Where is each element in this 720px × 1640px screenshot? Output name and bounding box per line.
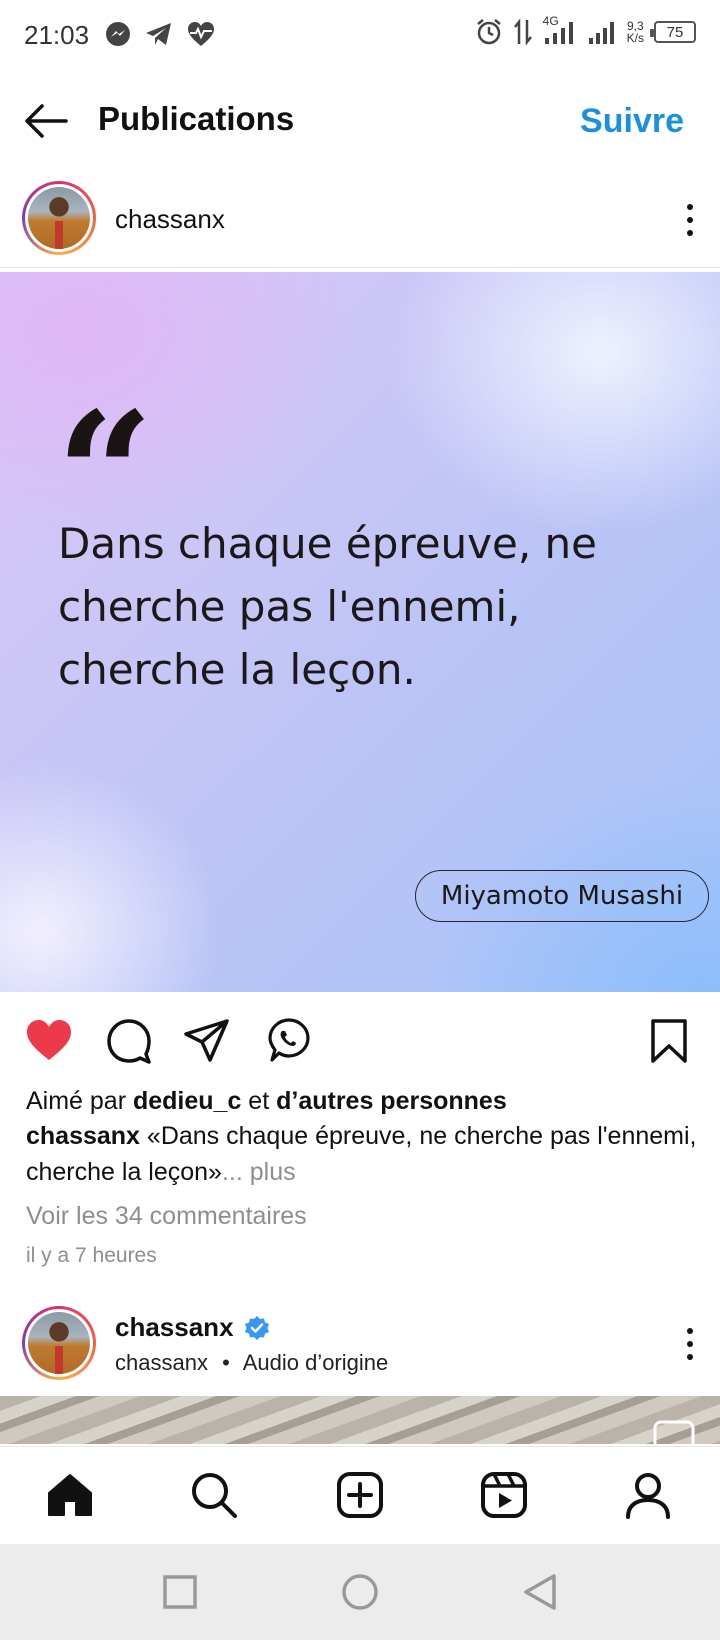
nav-profile[interactable]: [622, 1469, 674, 1521]
next-post-image[interactable]: [0, 1396, 720, 1444]
more-dot: [687, 217, 693, 223]
circle-icon: [342, 1574, 378, 1610]
follow-button[interactable]: Suivre: [580, 102, 684, 141]
search-icon: [192, 1473, 237, 1518]
data-transfer-icon: [513, 18, 532, 46]
post-options-button[interactable]: [682, 200, 698, 240]
likes-others[interactable]: d’autres personnes: [276, 1087, 507, 1115]
triangle-back-icon: [524, 1574, 556, 1610]
nav-search[interactable]: [188, 1469, 240, 1521]
page-title: Publications: [98, 100, 295, 137]
next-post-sub-username[interactable]: chassanx: [115, 1350, 208, 1375]
status-time: 21:03: [24, 20, 90, 50]
caption-more-link[interactable]: ... plus: [222, 1158, 296, 1186]
post-actions: [0, 1010, 720, 1074]
liker-username[interactable]: dedieu_c: [133, 1087, 241, 1115]
verified-badge-icon: [244, 1315, 269, 1340]
dot-separator: •: [222, 1350, 230, 1375]
paper-plane-icon: [184, 1019, 229, 1062]
post-username[interactable]: chassanx: [115, 204, 225, 235]
create-icon: [337, 1472, 383, 1518]
more-dot: [687, 1354, 693, 1360]
messenger-icon: [106, 22, 130, 46]
avatar[interactable]: [22, 1306, 96, 1380]
bottom-navigation: [0, 1446, 720, 1544]
post-caption-area: Aimé par dedieu_c et d’autres personnes …: [26, 1084, 706, 1268]
more-dot: [687, 1328, 693, 1334]
home-icon: [48, 1474, 92, 1516]
status-notification-icons: [104, 20, 216, 48]
battery-indicator: 75: [650, 21, 696, 43]
like-button[interactable]: [24, 1016, 74, 1066]
post-caption: chassanx «Dans chaque épreuve, ne cherch…: [26, 1118, 706, 1190]
network-speed-unit: K/s: [626, 31, 644, 45]
square-icon: [163, 1575, 197, 1609]
status-bar: 21:03 4G 9,3 K/s 75: [0, 0, 720, 72]
more-dot: [687, 230, 693, 236]
reels-icon: [481, 1472, 527, 1518]
nav-reels[interactable]: [478, 1469, 530, 1521]
likes-prefix: Aimé par: [26, 1087, 133, 1115]
audio-label[interactable]: Audio d’origine: [243, 1350, 389, 1375]
avatar-photo: [28, 1312, 90, 1374]
alarm-icon: [476, 19, 501, 45]
quote-author: Miyamoto Musashi: [415, 870, 709, 922]
system-navigation-bar: [0, 1544, 720, 1640]
heart-pulse-icon: [188, 22, 214, 46]
signal-icon: [544, 22, 573, 44]
heart-filled-icon: [27, 1020, 71, 1060]
whatsapp-share-button[interactable]: [264, 1016, 314, 1066]
signal-icon-2: [588, 22, 614, 44]
recent-apps-button[interactable]: [156, 1568, 204, 1616]
next-post-options-button[interactable]: [682, 1324, 698, 1364]
more-dot: [687, 1341, 693, 1347]
back-system-button[interactable]: [516, 1568, 564, 1616]
post-header: chassanx: [0, 176, 720, 268]
avatar-frame: [25, 1309, 93, 1377]
nav-home[interactable]: [44, 1469, 96, 1521]
avatar-frame: [25, 184, 93, 252]
network-type: 4G: [543, 14, 577, 46]
next-post-username-row: chassanx: [115, 1312, 270, 1343]
network-speed: 9,3 K/s: [627, 20, 644, 44]
whatsapp-icon: [268, 1018, 310, 1062]
next-post-subtitle: chassanx • Audio d’origine: [115, 1350, 388, 1376]
caption-username[interactable]: chassanx: [26, 1122, 140, 1150]
likes-summary[interactable]: Aimé par dedieu_c et d’autres personnes: [26, 1084, 706, 1118]
battery-level: 75: [666, 23, 684, 41]
telegram-icon: [146, 23, 171, 45]
avatar-photo: [28, 187, 90, 249]
top-header: Publications Suivre: [0, 80, 720, 160]
back-button[interactable]: [22, 96, 72, 146]
comment-icon: [107, 1019, 151, 1064]
next-post-header: chassanx chassanx • Audio d’origine: [0, 1302, 720, 1392]
carousel-icon: [653, 1420, 695, 1444]
home-system-button[interactable]: [336, 1568, 384, 1616]
avatar[interactable]: [22, 181, 96, 255]
bookmark-icon: [651, 1019, 687, 1063]
status-system-icons: 4G 9,3 K/s 75: [475, 14, 696, 46]
share-button[interactable]: [182, 1016, 232, 1066]
post-timestamp: il y a 7 heures: [26, 1244, 157, 1267]
comment-button[interactable]: [104, 1016, 154, 1066]
more-dot: [687, 204, 693, 210]
post-image[interactable]: “ Dans chaque épreuve, ne cherche pas l'…: [0, 272, 720, 992]
next-post-username[interactable]: chassanx: [115, 1312, 234, 1343]
arrow-left-icon: [25, 104, 68, 138]
quote-text: Dans chaque épreuve, ne cherche pas l'en…: [58, 519, 598, 694]
profile-icon: [626, 1473, 670, 1519]
likes-connector: et: [241, 1087, 277, 1115]
save-button[interactable]: [644, 1016, 694, 1066]
nav-create[interactable]: [334, 1469, 386, 1521]
view-comments-link[interactable]: Voir les 34 commentaires: [26, 1198, 706, 1234]
